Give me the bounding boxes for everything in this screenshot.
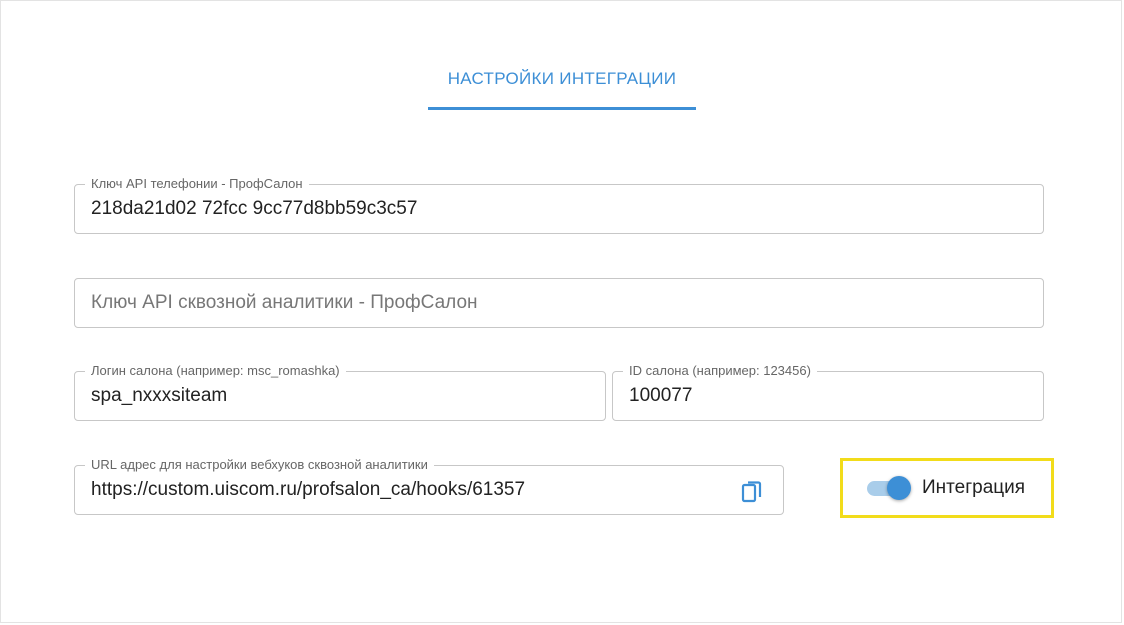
salon-id-field[interactable]: ID салона (например: 123456) 100077 bbox=[612, 363, 1044, 421]
tab-label: НАСТРОЙКИ ИНТЕГРАЦИИ bbox=[447, 68, 677, 88]
analytics-api-key-placeholder[interactable]: Ключ API сквозной аналитики - ПрофСалон bbox=[91, 279, 478, 327]
salon-login-field[interactable]: Логин салона (например: msc_romashka) sp… bbox=[74, 363, 606, 421]
analytics-api-key-field[interactable]: Ключ API сквозной аналитики - ПрофСалон bbox=[74, 278, 1044, 328]
copy-icon[interactable] bbox=[741, 479, 763, 503]
salon-login-value[interactable]: spa_nxxxsiteam bbox=[91, 372, 227, 420]
salon-id-value[interactable]: 100077 bbox=[629, 372, 692, 420]
toggle-knob bbox=[887, 476, 911, 500]
telephony-api-key-value[interactable]: 218da21d​02 72fcc 9cc77d8bb59c3c57 bbox=[91, 185, 417, 233]
integration-toggle-switch[interactable] bbox=[865, 476, 911, 500]
integration-toggle-label[interactable]: Интеграция bbox=[922, 477, 1025, 499]
integration-toggle-highlight: Интеграция bbox=[840, 458, 1054, 518]
tab-integration-settings[interactable]: НАСТРОЙКИ ИНТЕГРАЦИИ bbox=[428, 58, 696, 110]
telephony-api-key-field[interactable]: Ключ API телефонии - ПрофСалон 218da21d​… bbox=[74, 176, 1044, 234]
webhook-url-field[interactable]: URL адрес для настройки вебхуков сквозно… bbox=[74, 457, 784, 515]
webhook-url-value[interactable]: https://custom.uiscom.ru/profsalon_ca/ho… bbox=[91, 466, 525, 514]
